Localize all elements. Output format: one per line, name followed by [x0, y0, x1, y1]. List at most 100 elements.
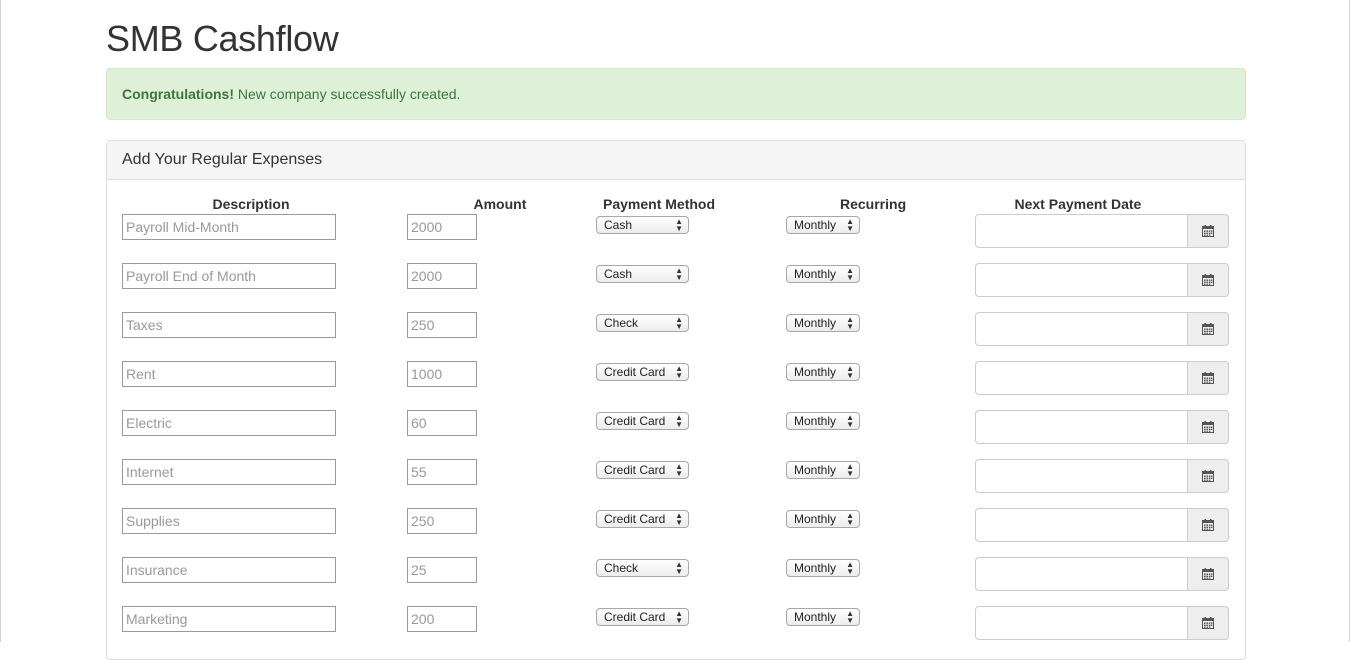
payment-method-select[interactable]: Cash ▲ ▼	[596, 265, 689, 283]
next-payment-date-group	[975, 312, 1229, 346]
amount-input[interactable]: 2000	[407, 214, 477, 240]
select-arrows-icon: ▲ ▼	[846, 413, 854, 429]
calendar-icon	[1202, 421, 1214, 433]
payment-method-select[interactable]: Check ▲ ▼	[596, 314, 689, 332]
next-payment-date-input[interactable]	[975, 459, 1188, 493]
next-payment-date-input[interactable]	[975, 214, 1188, 248]
description-input[interactable]: Insurance	[122, 557, 336, 583]
select-arrows-icon: ▲ ▼	[675, 217, 683, 233]
date-picker-button[interactable]	[1187, 557, 1229, 591]
alert-strong: Congratulations!	[122, 86, 234, 102]
date-picker-button[interactable]	[1187, 508, 1229, 542]
select-arrows-icon: ▲ ▼	[846, 560, 854, 576]
column-header-amount: Amount	[473, 196, 527, 212]
description-input[interactable]: Marketing	[122, 606, 336, 632]
calendar-icon	[1202, 470, 1214, 482]
payment-method-select[interactable]: Credit Card ▲ ▼	[596, 363, 689, 381]
description-input[interactable]: Payroll End of Month	[122, 263, 336, 289]
next-payment-date-group	[975, 508, 1229, 542]
payment-method-select[interactable]: Credit Card ▲ ▼	[596, 412, 689, 430]
expense-row: Taxes 250 Check ▲ ▼ Monthly ▲ ▼	[107, 312, 1247, 352]
amount-input[interactable]: 200	[407, 606, 477, 632]
calendar-icon	[1202, 274, 1214, 286]
alert-message: New company successfully created.	[234, 86, 461, 102]
description-input[interactable]: Supplies	[122, 508, 336, 534]
description-input[interactable]: Internet	[122, 459, 336, 485]
expenses-panel: Add Your Regular Expenses Description Am…	[106, 140, 1246, 660]
payment-method-select[interactable]: Check ▲ ▼	[596, 559, 689, 577]
next-payment-date-group	[975, 410, 1229, 444]
date-picker-button[interactable]	[1187, 459, 1229, 493]
next-payment-date-input[interactable]	[975, 606, 1188, 640]
recurring-value: Monthly	[794, 610, 837, 624]
recurring-select[interactable]: Monthly ▲ ▼	[786, 510, 860, 528]
recurring-value: Monthly	[794, 365, 837, 379]
recurring-select[interactable]: Monthly ▲ ▼	[786, 314, 860, 332]
payment-method-select[interactable]: Credit Card ▲ ▼	[596, 461, 689, 479]
select-arrows-icon: ▲ ▼	[675, 511, 683, 527]
recurring-value: Monthly	[794, 414, 837, 428]
payment-method-select[interactable]: Cash ▲ ▼	[596, 216, 689, 234]
payment-method-value: Credit Card	[604, 463, 666, 477]
payment-method-select[interactable]: Credit Card ▲ ▼	[596, 608, 689, 626]
recurring-value: Monthly	[794, 561, 837, 575]
panel-heading: Add Your Regular Expenses	[107, 141, 1245, 180]
expense-row: Rent 1000 Credit Card ▲ ▼ Monthly ▲ ▼	[107, 361, 1247, 401]
recurring-select[interactable]: Monthly ▲ ▼	[786, 412, 860, 430]
next-payment-date-group	[975, 263, 1229, 297]
date-picker-button[interactable]	[1187, 214, 1229, 248]
next-payment-date-input[interactable]	[975, 263, 1188, 297]
recurring-select[interactable]: Monthly ▲ ▼	[786, 559, 860, 577]
description-input[interactable]: Payroll Mid-Month	[122, 214, 336, 240]
recurring-select[interactable]: Monthly ▲ ▼	[786, 461, 860, 479]
amount-input[interactable]: 55	[407, 459, 477, 485]
payment-method-value: Credit Card	[604, 512, 666, 526]
recurring-select[interactable]: Monthly ▲ ▼	[786, 608, 860, 626]
column-header-payment-method: Payment Method	[603, 196, 716, 212]
recurring-select[interactable]: Monthly ▲ ▼	[786, 216, 860, 234]
payment-method-value: Cash	[604, 218, 633, 232]
amount-input[interactable]: 250	[407, 312, 477, 338]
column-header-next-payment-date: Next Payment Date	[1014, 196, 1142, 212]
date-picker-button[interactable]	[1187, 312, 1229, 346]
payment-method-value: Check	[604, 561, 639, 575]
recurring-select[interactable]: Monthly ▲ ▼	[786, 265, 860, 283]
amount-input[interactable]: 1000	[407, 361, 477, 387]
description-input[interactable]: Taxes	[122, 312, 336, 338]
payment-method-value: Credit Card	[604, 610, 666, 624]
payment-method-value: Credit Card	[604, 414, 666, 428]
calendar-icon	[1202, 323, 1214, 335]
select-arrows-icon: ▲ ▼	[846, 462, 854, 478]
payment-method-value: Check	[604, 316, 639, 330]
expense-row: Marketing 200 Credit Card ▲ ▼ Monthly ▲ ▼	[107, 606, 1247, 646]
recurring-value: Monthly	[794, 267, 837, 281]
select-arrows-icon: ▲ ▼	[675, 266, 683, 282]
recurring-value: Monthly	[794, 218, 837, 232]
amount-input[interactable]: 25	[407, 557, 477, 583]
recurring-select[interactable]: Monthly ▲ ▼	[786, 363, 860, 381]
expense-row: Payroll Mid-Month 2000 Cash ▲ ▼ Monthly ▲…	[107, 214, 1247, 254]
success-alert: Congratulations! New company successfull…	[106, 68, 1246, 120]
select-arrows-icon: ▲ ▼	[675, 462, 683, 478]
next-payment-date-input[interactable]	[975, 557, 1188, 591]
description-input[interactable]: Rent	[122, 361, 336, 387]
date-picker-button[interactable]	[1187, 361, 1229, 395]
next-payment-date-input[interactable]	[975, 508, 1188, 542]
calendar-icon	[1202, 568, 1214, 580]
payment-method-select[interactable]: Credit Card ▲ ▼	[596, 510, 689, 528]
date-picker-button[interactable]	[1187, 263, 1229, 297]
amount-input[interactable]: 60	[407, 410, 477, 436]
calendar-icon	[1202, 372, 1214, 384]
amount-input[interactable]: 250	[407, 508, 477, 534]
description-input[interactable]: Electric	[122, 410, 336, 436]
recurring-value: Monthly	[794, 512, 837, 526]
date-picker-button[interactable]	[1187, 410, 1229, 444]
next-payment-date-input[interactable]	[975, 361, 1188, 395]
next-payment-date-input[interactable]	[975, 312, 1188, 346]
select-arrows-icon: ▲ ▼	[675, 413, 683, 429]
next-payment-date-input[interactable]	[975, 410, 1188, 444]
amount-input[interactable]: 2000	[407, 263, 477, 289]
expense-row: Payroll End of Month 2000 Cash ▲ ▼ Monthl…	[107, 263, 1247, 303]
date-picker-button[interactable]	[1187, 606, 1229, 640]
next-payment-date-group	[975, 459, 1229, 493]
